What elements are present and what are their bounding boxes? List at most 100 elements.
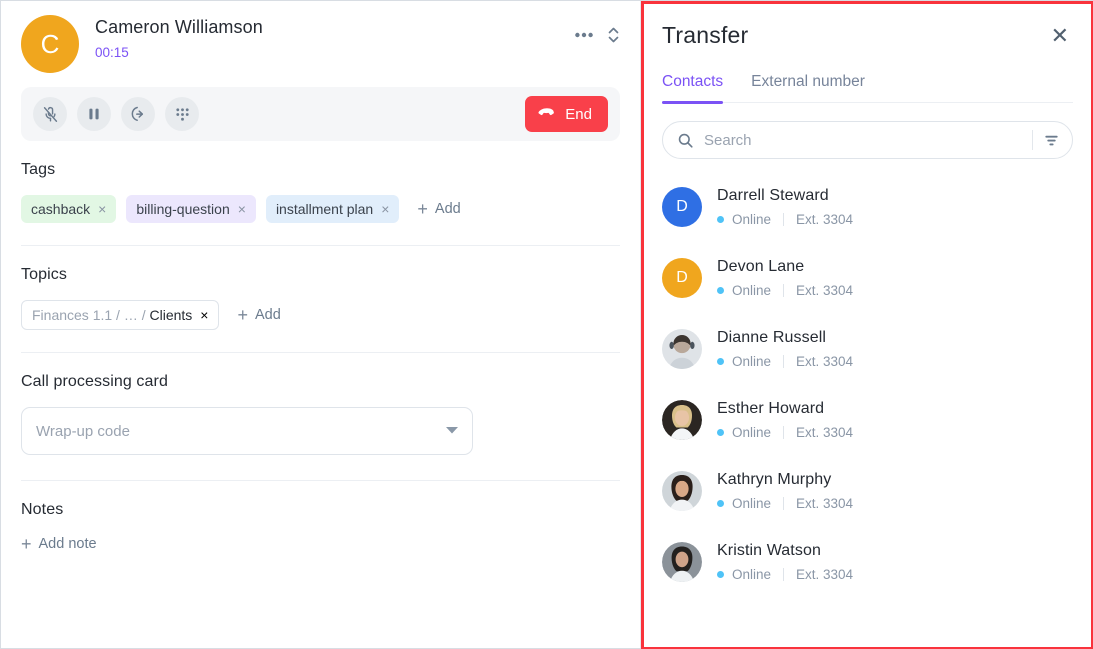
tags-section: Tags cashback × billing-question × insta… [1,141,640,223]
tag-remove-icon[interactable]: × [238,202,246,216]
call-header: C Cameron Williamson 00:15 [1,1,640,83]
search-icon [677,132,694,149]
transfer-button[interactable] [121,97,155,131]
add-topic-label: Add [255,307,281,323]
search-input[interactable] [704,131,1028,149]
tab-external-number[interactable]: External number [751,73,865,102]
list-item[interactable]: Kristin Watson Online Ext. 3304 [662,526,1073,597]
meta-separator [783,354,785,368]
contact-name: Darrell Steward [717,186,829,204]
status-dot-icon [717,570,724,578]
contact-extension: Ext. 3304 [796,282,854,298]
notes-title: Notes [21,501,64,518]
add-note-label: Add note [38,536,97,552]
avatar: D [662,257,702,298]
status-badge: Online [732,282,772,298]
contact-name: Kristin Watson [717,541,821,559]
list-item[interactable]: Esther Howard Online Ext. 3304 [662,384,1073,455]
avatar [662,328,702,369]
tag-chip[interactable]: installment plan × [265,195,400,223]
tag-label: cashback [31,201,91,217]
plus-icon: + [417,199,428,219]
search-divider [1032,130,1033,150]
ellipsis-icon[interactable] [575,32,593,38]
call-workspace: C Cameron Williamson 00:15 End Tags cash… [0,0,1093,649]
tag-remove-icon[interactable]: × [98,202,106,216]
avatar [662,470,702,511]
contact-search-bar [662,121,1073,159]
transfer-panel-highlight: Transfer ✕ Contacts External number Sear… [641,1,1093,649]
tab-contacts[interactable]: Contacts [662,73,724,104]
meta-separator [783,212,785,226]
status-dot-icon [717,428,724,436]
call-control-buttons [33,97,525,131]
add-topic-button[interactable]: + Add [237,306,280,324]
wrapup-code-placeholder: Wrap-up code [36,422,130,440]
call-duration-timer: 00:15 [95,45,129,60]
hold-button[interactable] [77,97,111,131]
mute-button[interactable] [33,97,67,131]
call-header-actions [575,13,620,45]
contact-extension: Ext. 3304 [796,353,854,369]
status-badge: Online [732,495,772,511]
wrapup-code-select[interactable]: Wrap-up code [21,407,473,455]
list-item[interactable]: D Darrell Steward Online Ext. 3304 [662,171,1073,242]
avatar: D [662,186,702,227]
list-item[interactable]: Kathryn Murphy Online Ext. 3304 [662,455,1073,526]
chevron-down-icon [446,426,458,437]
close-icon[interactable]: ✕ [1047,23,1073,49]
add-tag-label: Add [434,201,461,217]
topic-path-leaf: Clients [149,307,193,323]
tags-title: Tags [21,161,56,178]
status-badge: Online [732,424,772,440]
call-processing-card-title: Call processing card [21,373,168,390]
add-tag-button[interactable]: + Add [417,200,460,218]
contact-info: Esther Howard Online Ext. 3304 [717,400,853,440]
status-dot-icon [717,357,724,365]
contact-info: Kathryn Murphy Online Ext. 3304 [717,471,853,511]
contact-meta: Online Ext. 3304 [717,567,853,582]
topics-chip-row: Finances 1.1 / … / Clients × + Add [21,300,620,330]
status-dot-icon [717,215,724,223]
contact-extension: Ext. 3304 [796,495,854,511]
topic-remove-icon[interactable]: × [200,307,208,323]
contact-meta: Online Ext. 3304 [717,496,853,511]
tag-chip[interactable]: cashback × [21,195,117,223]
contact-name: Esther Howard [717,399,825,417]
meta-separator [783,425,785,439]
tag-label: installment plan [275,201,374,217]
topic-chip[interactable]: Finances 1.1 / … / Clients × [21,300,220,330]
notes-row: + Add note [21,535,620,555]
topics-section: Topics Finances 1.1 / … / Clients × + Ad… [1,246,640,330]
contact-name: Devon Lane [717,257,805,275]
caller-identity: Cameron Williamson 00:15 [95,13,575,60]
transfer-title: Transfer [662,22,749,48]
plus-icon: + [21,534,32,554]
contact-extension: Ext. 3304 [796,211,854,227]
plus-icon: + [237,305,248,325]
filter-icon[interactable] [1043,132,1066,149]
status-badge: Online [732,566,772,582]
contact-info: Dianne Russell Online Ext. 3304 [717,329,853,369]
contact-name: Kathryn Murphy [717,470,832,488]
keypad-button[interactable] [165,97,199,131]
add-note-button[interactable]: + Add note [21,535,97,553]
end-call-button[interactable]: End [525,96,608,132]
tag-label: billing-question [136,201,230,217]
avatar [662,541,702,582]
status-dot-icon [717,499,724,507]
contact-extension: Ext. 3304 [796,424,854,440]
meta-separator [783,567,785,581]
avatar [662,399,702,440]
contact-info: Kristin Watson Online Ext. 3304 [717,542,853,582]
list-item[interactable]: Dianne Russell Online Ext. 3304 [662,313,1073,384]
list-item[interactable]: D Devon Lane Online Ext. 3304 [662,242,1073,313]
tag-chip[interactable]: billing-question × [126,195,256,223]
meta-separator [783,283,785,297]
topic-path: Finances 1.1 / … / Clients [32,307,192,323]
tag-remove-icon[interactable]: × [381,202,389,216]
call-control-bar: End [21,87,620,141]
chevron-up-down-icon[interactable] [607,25,620,45]
phone-hangup-icon [538,106,556,123]
transfer-panel: Transfer ✕ Contacts External number Sear… [644,4,1091,647]
